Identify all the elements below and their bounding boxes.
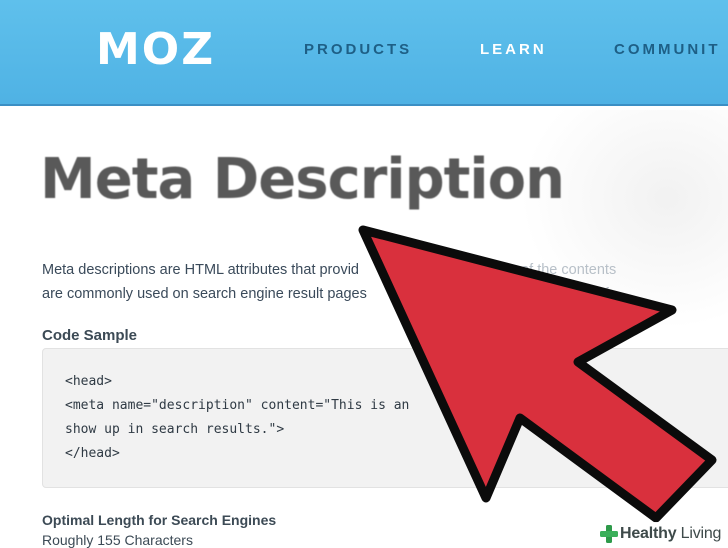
optimal-length-value: Roughly 155 Characters xyxy=(42,532,193,548)
nav-products[interactable]: PRODUCTS xyxy=(304,42,412,57)
watermark-light: Living xyxy=(676,525,722,542)
code-line: show up in search results."> xyxy=(65,422,285,437)
code-sample-block: <head> <meta name="description" content=… xyxy=(42,348,728,488)
code-line: <meta name="description" content="This i… xyxy=(65,398,629,413)
optimal-length-heading: Optimal Length for Search Engines xyxy=(42,512,277,528)
nav-community[interactable]: COMMUNIT xyxy=(614,42,721,57)
intro-line-1: Meta descriptions are HTML attributes th… xyxy=(42,258,728,282)
intro-line-2-tail: f xyxy=(604,286,609,302)
code-line: <head> xyxy=(65,374,112,389)
watermark-text: Healthy Living xyxy=(620,525,721,543)
plus-leaf-icon xyxy=(600,525,618,543)
intro-paragraph: Meta descriptions are HTML attributes th… xyxy=(42,258,728,306)
intro-line-1-text: Meta descriptions are HTML attributes th… xyxy=(42,262,359,278)
watermark-bold: Healthy xyxy=(620,525,677,542)
intro-line-1-tail: e of the contents xyxy=(509,262,617,278)
intro-line-2-text: are commonly used on search engine resul… xyxy=(42,286,367,302)
page-title: Meta Description xyxy=(40,147,565,212)
code-sample-heading: Code Sample xyxy=(42,327,138,344)
intro-line-2: are commonly used on search engine resul… xyxy=(42,282,728,306)
moz-logo[interactable]: MOZ xyxy=(96,28,215,72)
code-line: </head> xyxy=(65,446,120,461)
healthy-living-watermark: Healthy Living xyxy=(596,522,728,546)
site-header: MOZ PRODUCTS LEARN COMMUNIT xyxy=(0,0,728,106)
nav-learn[interactable]: LEARN xyxy=(480,42,547,57)
